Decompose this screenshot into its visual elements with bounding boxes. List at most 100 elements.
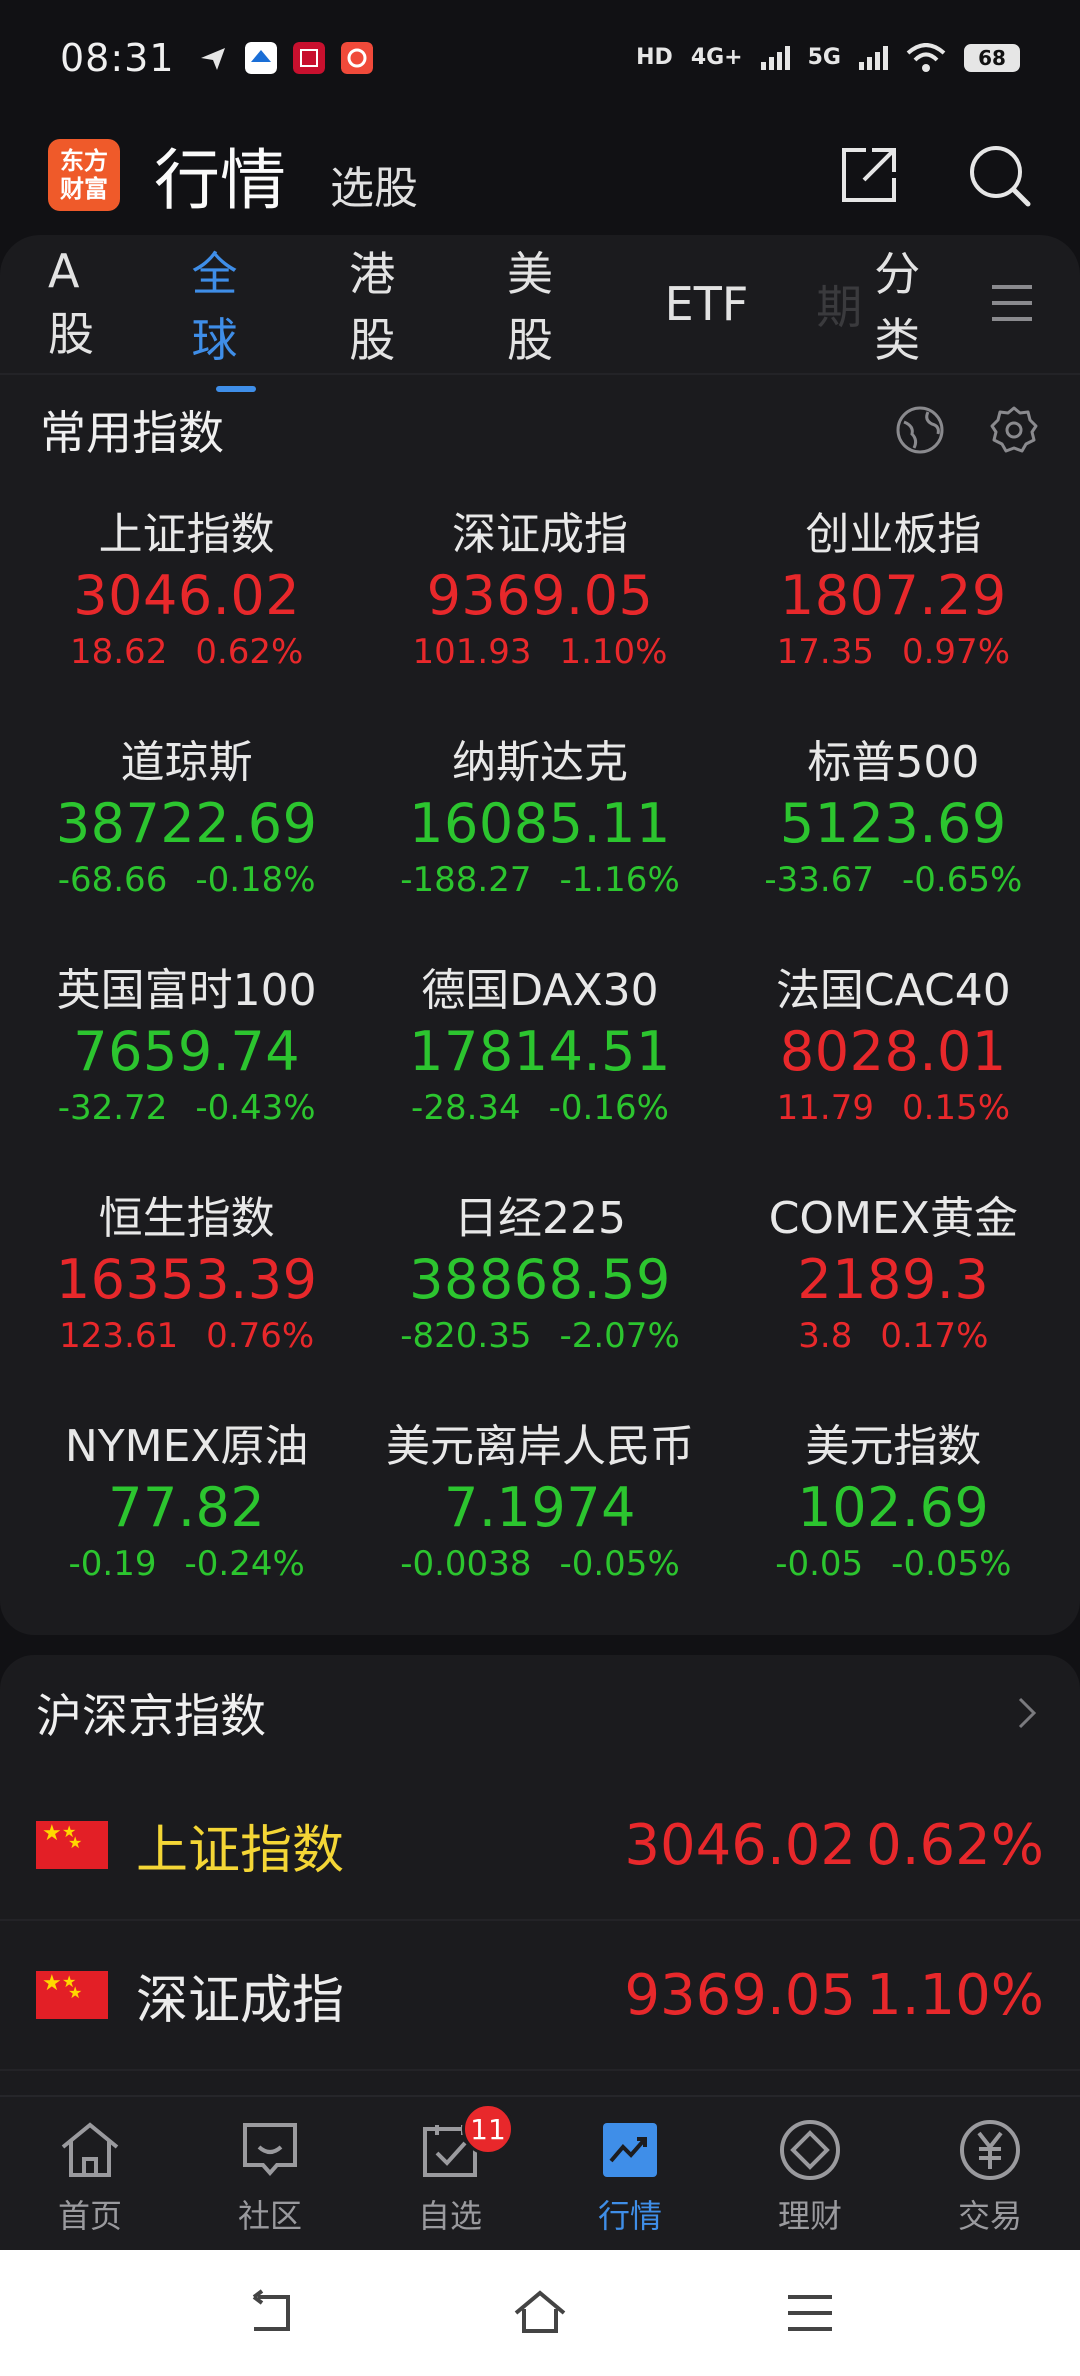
gear-icon[interactable] bbox=[988, 404, 1040, 456]
index-value: 17814.51 bbox=[409, 1020, 671, 1083]
index-change: 17.35 bbox=[776, 632, 874, 672]
tab-hk[interactable]: 港股 bbox=[349, 238, 439, 370]
index-cell[interactable]: 道琼斯 38722.69 -68.66 -0.18% bbox=[10, 713, 363, 941]
index-cell[interactable]: 标普500 5123.69 -33.67 -0.65% bbox=[717, 713, 1070, 941]
index-cell[interactable]: 上证指数 3046.02 18.62 0.62% bbox=[10, 485, 363, 713]
nav-home[interactable]: 首页 bbox=[0, 2097, 180, 2250]
index-pct: -0.05% bbox=[559, 1544, 680, 1584]
index-cell[interactable]: 恒生指数 16353.39 123.61 0.76% bbox=[10, 1169, 363, 1397]
index-pct: 0.15% bbox=[901, 1088, 1010, 1128]
index-pct: 0.97% bbox=[901, 632, 1010, 672]
index-change-row: 101.93 1.10% bbox=[413, 629, 668, 675]
index-pct: -1.16% bbox=[559, 860, 680, 900]
index-change: 11.79 bbox=[776, 1088, 874, 1128]
index-cell[interactable]: 美元离岸人民币 7.1974 -0.0038 -0.05% bbox=[363, 1397, 716, 1625]
index-change-row: -28.34 -0.16% bbox=[411, 1085, 669, 1131]
index-name: 道琼斯 bbox=[120, 737, 253, 788]
app-notification-icon bbox=[292, 41, 325, 74]
home-button-icon[interactable] bbox=[510, 2283, 570, 2343]
wifi-icon bbox=[906, 42, 946, 72]
index-name: 德国DAX30 bbox=[421, 965, 659, 1016]
index-cell[interactable]: 德国DAX30 17814.51 -28.34 -0.16% bbox=[363, 941, 716, 1169]
index-value: 16085.11 bbox=[409, 792, 671, 855]
index-cell[interactable]: 纳斯达克 16085.11 -188.27 -1.16% bbox=[363, 713, 716, 941]
index-change-row: 11.79 0.15% bbox=[777, 1085, 1010, 1131]
index-value: 38722.69 bbox=[55, 792, 318, 855]
index-name: COMEX黄金 bbox=[768, 1193, 1018, 1244]
index-change: 3.8 bbox=[798, 1316, 853, 1356]
index-change-row: -188.27 -1.16% bbox=[400, 857, 680, 903]
index-name: 美元离岸人民币 bbox=[385, 1421, 694, 1472]
app-notification-icon bbox=[340, 41, 373, 74]
index-cell[interactable]: 美元指数 102.69 -0.05 -0.05% bbox=[717, 1397, 1070, 1625]
china-flag-icon: ★ ★ ★ bbox=[36, 1971, 108, 2019]
index-value: 9369.05 bbox=[426, 564, 654, 627]
section-header: 常用指数 bbox=[0, 375, 1080, 485]
nav-market[interactable]: 行情 bbox=[540, 2097, 720, 2250]
index-change: 18.62 bbox=[69, 632, 168, 672]
index-cell[interactable]: 英国富时100 7659.74 -32.72 -0.43% bbox=[10, 941, 363, 1169]
section-title: 常用指数 bbox=[40, 406, 224, 460]
index-value: 8028.01 bbox=[779, 1020, 1007, 1083]
hd-label: HD bbox=[636, 45, 673, 70]
stock-picker-link[interactable]: 选股 bbox=[330, 152, 418, 216]
index-value: 16353.39 bbox=[55, 1248, 318, 1311]
index-pct: 1.10% bbox=[866, 1962, 1044, 2028]
nav-wealth[interactable]: 理财 bbox=[720, 2097, 900, 2250]
common-indices-panel: A股 全球 港股 美股 ETF 期 分类 常用指数 上证指数 3046.02 18.… bbox=[0, 235, 1080, 1635]
status-notification-icons bbox=[197, 41, 373, 74]
index-cell[interactable]: 日经225 38868.59 -820.35 -2.07% bbox=[363, 1169, 716, 1397]
community-icon bbox=[243, 2123, 297, 2177]
index-cell[interactable]: NYMEX原油 77.82 -0.19 -0.24% bbox=[10, 1397, 363, 1625]
back-icon[interactable] bbox=[240, 2283, 300, 2343]
send-icon bbox=[200, 47, 225, 70]
index-pct: 0.62% bbox=[195, 632, 304, 672]
index-value: 102.69 bbox=[797, 1476, 990, 1539]
tab-global[interactable]: 全球 bbox=[192, 238, 282, 370]
4g-label: 4G+ bbox=[690, 45, 743, 70]
index-cell[interactable]: 创业板指 1807.29 17.35 0.97% bbox=[717, 485, 1070, 713]
nav-label: 自选 bbox=[417, 2197, 482, 2235]
tab-us[interactable]: 美股 bbox=[507, 238, 597, 370]
nav-watchlist[interactable]: 11 自选 bbox=[360, 2097, 540, 2250]
index-cell[interactable]: 法国CAC40 8028.01 11.79 0.15% bbox=[717, 941, 1070, 1169]
index-cell[interactable]: 深证成指 9369.05 101.93 1.10% bbox=[363, 485, 716, 713]
index-change-row: 3.8 0.17% bbox=[798, 1313, 988, 1359]
chevron-right-icon[interactable] bbox=[1008, 1695, 1044, 1731]
nav-trade[interactable]: 交易 bbox=[900, 2097, 1080, 2250]
nav-community[interactable]: 社区 bbox=[180, 2097, 360, 2250]
index-row[interactable]: ★ ★ ★ 上证指数 3046.02 0.62% bbox=[0, 1771, 1080, 1921]
logo-text: 东方 bbox=[60, 147, 108, 175]
index-change-row: -0.0038 -0.05% bbox=[400, 1541, 680, 1587]
tab-category[interactable]: 分类 bbox=[874, 238, 964, 370]
share-icon[interactable] bbox=[836, 142, 902, 208]
index-name: 法国CAC40 bbox=[775, 965, 1011, 1016]
tab-menu-icon[interactable] bbox=[992, 285, 1032, 333]
menu-icon[interactable] bbox=[780, 2283, 840, 2343]
status-right: HD 4G+ 5G 68 bbox=[636, 42, 1020, 73]
nav-label: 理财 bbox=[777, 2197, 842, 2235]
app-header: 东方 财富 行情 选股 bbox=[0, 115, 1080, 235]
index-change: -32.72 bbox=[57, 1088, 168, 1128]
hs-indices-header[interactable]: 沪深京指数 bbox=[0, 1655, 1080, 1771]
tab-a-shares[interactable]: A股 bbox=[48, 244, 124, 364]
search-icon[interactable] bbox=[966, 142, 1032, 208]
section-actions bbox=[894, 404, 1040, 456]
globe-icon[interactable] bbox=[894, 404, 946, 456]
index-pct: 0.62% bbox=[866, 1812, 1044, 1878]
trade-icon bbox=[960, 2120, 1020, 2180]
index-value: 5123.69 bbox=[779, 792, 1007, 855]
index-change: -28.34 bbox=[411, 1088, 521, 1128]
app-notification-icon bbox=[244, 41, 277, 74]
tab-futures[interactable]: 期 bbox=[816, 271, 862, 337]
index-row[interactable]: ★ ★ ★ 深证成指 9369.05 1.10% bbox=[0, 1921, 1080, 2071]
index-cell[interactable]: COMEX黄金 2189.3 3.8 0.17% bbox=[717, 1169, 1070, 1397]
china-flag-icon: ★ ★ ★ bbox=[36, 1821, 108, 1869]
index-name: 日经225 bbox=[454, 1193, 626, 1244]
index-name: 纳斯达克 bbox=[451, 737, 628, 788]
index-change-row: 18.62 0.62% bbox=[70, 629, 303, 675]
index-change-row: -820.35 -2.07% bbox=[400, 1313, 680, 1359]
index-pct: -0.18% bbox=[195, 860, 316, 900]
index-value: 77.82 bbox=[108, 1476, 266, 1539]
tab-etf[interactable]: ETF bbox=[665, 277, 749, 331]
